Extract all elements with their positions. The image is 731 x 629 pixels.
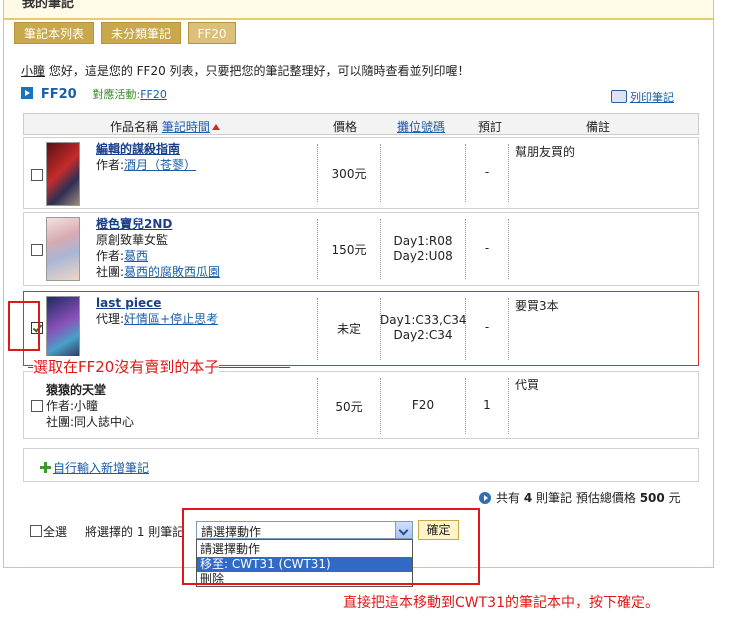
book-title: 猿猿的天堂 xyxy=(46,383,107,397)
add-note-link[interactable]: 自行輸入新增筆記 xyxy=(40,459,149,476)
table-row-selected: last piece 代理:奸情區+停止思考 未定 Day1:C33,C34 D… xyxy=(23,291,699,366)
reserve: - xyxy=(484,165,490,179)
total-price: 500 xyxy=(639,491,665,505)
booth-day2: Day2:U08 xyxy=(393,249,453,263)
price: 未定 xyxy=(336,322,361,336)
sort-by-time-link[interactable]: 筆記時間 xyxy=(162,120,210,134)
remark: 要買3本 xyxy=(515,299,559,313)
info-arrow-icon xyxy=(479,492,491,504)
remark: 代買 xyxy=(515,378,540,392)
booth-day1: F20 xyxy=(411,398,435,412)
add-note-row: 自行輸入新增筆記 xyxy=(23,448,699,482)
price: 150元 xyxy=(331,243,367,257)
page-heading: 我的筆記 xyxy=(22,0,75,11)
sort-up-icon xyxy=(211,124,220,130)
remark: 幫朋友買的 xyxy=(515,145,576,159)
print-notes-link[interactable]: 列印筆記 xyxy=(611,89,674,105)
tab-notebook-list[interactable]: 筆記本列表 xyxy=(14,22,94,44)
plus-icon xyxy=(40,462,51,473)
booth-day1: Day1:C33,C34 xyxy=(380,313,467,327)
select-all-checkbox[interactable] xyxy=(30,525,42,537)
row-info: last piece 代理:奸情區+停止思考 xyxy=(96,295,219,326)
row-info: 編輯的謀殺指南 作者:酒月（苍蓼） xyxy=(96,141,197,172)
row-checkbox[interactable] xyxy=(31,400,43,412)
tab-ff20[interactable]: FF20 xyxy=(188,22,236,44)
summary: 共有 4 則筆記 預估總價格 500 元 xyxy=(479,489,681,506)
selected-count-text: 將選擇的 1 則筆記 xyxy=(85,525,185,539)
row-info: 橙色寶兒2ND 原創致華女監 作者:葛西 社團:葛西的腐敗西瓜園 xyxy=(96,216,221,279)
reserve: - xyxy=(484,241,490,255)
row-info: 猿猿的天堂 作者:小瞳 社團:同人誌中心 xyxy=(46,382,134,430)
table-row: 編輯的謀殺指南 作者:酒月（苍蓼） 300元 - 幫朋友買的 xyxy=(23,137,699,209)
author-link[interactable]: 酒月（苍蓼） xyxy=(124,158,196,172)
price: 300元 xyxy=(331,167,367,181)
annotation-move-text: 直接把這本移動到CWT31的筆記本中，按下確定。 xyxy=(343,592,659,612)
row-checkbox[interactable] xyxy=(31,244,43,256)
print-notes-label: 列印筆記 xyxy=(630,91,674,104)
book-cover xyxy=(46,296,80,360)
header-reserve: 預訂 xyxy=(478,120,503,134)
reserve: - xyxy=(484,320,490,334)
author-text: 作者:小瞳 xyxy=(46,399,99,413)
booth-day2: Day2:C34 xyxy=(393,328,453,342)
greeting: 小瞳 您好，這是您的 FF20 列表，只要把您的筆記整理好，可以隨時查看並列印喔… xyxy=(21,62,470,79)
circle-text: 社團:同人誌中心 xyxy=(46,415,135,429)
circle-link[interactable]: 葛西的腐敗西瓜園 xyxy=(124,265,220,279)
header-title: 作品名稱 筆記時間 xyxy=(110,118,220,135)
price: 50元 xyxy=(335,400,363,414)
book-title-link[interactable]: last piece xyxy=(96,295,218,311)
event-label: 對應活動: xyxy=(92,88,141,101)
tab-unsorted-notes[interactable]: 未分類筆記 xyxy=(101,22,181,44)
annotation-action-highlight xyxy=(182,508,480,585)
book-cover xyxy=(46,142,80,206)
book-title-link[interactable]: 編輯的謀殺指南 xyxy=(96,141,196,157)
annotation-select-text: 選取在FF20沒有賣到的本子 xyxy=(33,356,220,377)
list-name: FF20 xyxy=(40,87,77,102)
header-booth-link[interactable]: 攤位號碼 xyxy=(397,118,445,135)
event-link[interactable]: FF20 xyxy=(140,88,167,101)
row-checkbox[interactable] xyxy=(31,169,43,181)
greeting-user[interactable]: 小瞳 xyxy=(21,64,45,78)
agent-link[interactable]: 奸情區+停止思考 xyxy=(124,312,218,326)
header-remark: 備註 xyxy=(586,120,611,134)
header-price: 價格 xyxy=(333,120,358,134)
booth-day1: Day1:R08 xyxy=(393,234,453,248)
note-count: 4 xyxy=(523,491,533,505)
table-row: 猿猿的天堂 作者:小瞳 社團:同人誌中心 50元 F20 1 代買 xyxy=(23,371,699,439)
table-header: 作品名稱 筆記時間 價格 攤位號碼 預訂 備註 xyxy=(23,113,699,135)
annotation-checkbox-highlight xyxy=(8,301,40,351)
author-link[interactable]: 葛西 xyxy=(124,249,148,263)
list-title: FF20 對應活動:FF20 xyxy=(21,86,167,102)
printer-icon xyxy=(611,90,627,103)
greeting-text: 您好，這是您的 FF20 列表，只要把您的筆記整理好，可以隨時查看並列印喔！ xyxy=(45,64,470,78)
select-all-label: 全選 xyxy=(43,525,68,539)
reserve: 1 xyxy=(483,398,491,412)
arrow-box-icon xyxy=(21,87,33,99)
book-cover xyxy=(46,217,80,281)
top-strip xyxy=(4,0,713,20)
book-title-link[interactable]: 橙色寶兒2ND xyxy=(96,216,220,232)
table-row: 橙色寶兒2ND 原創致華女監 作者:葛西 社團:葛西的腐敗西瓜園 150元 Da… xyxy=(23,212,699,286)
